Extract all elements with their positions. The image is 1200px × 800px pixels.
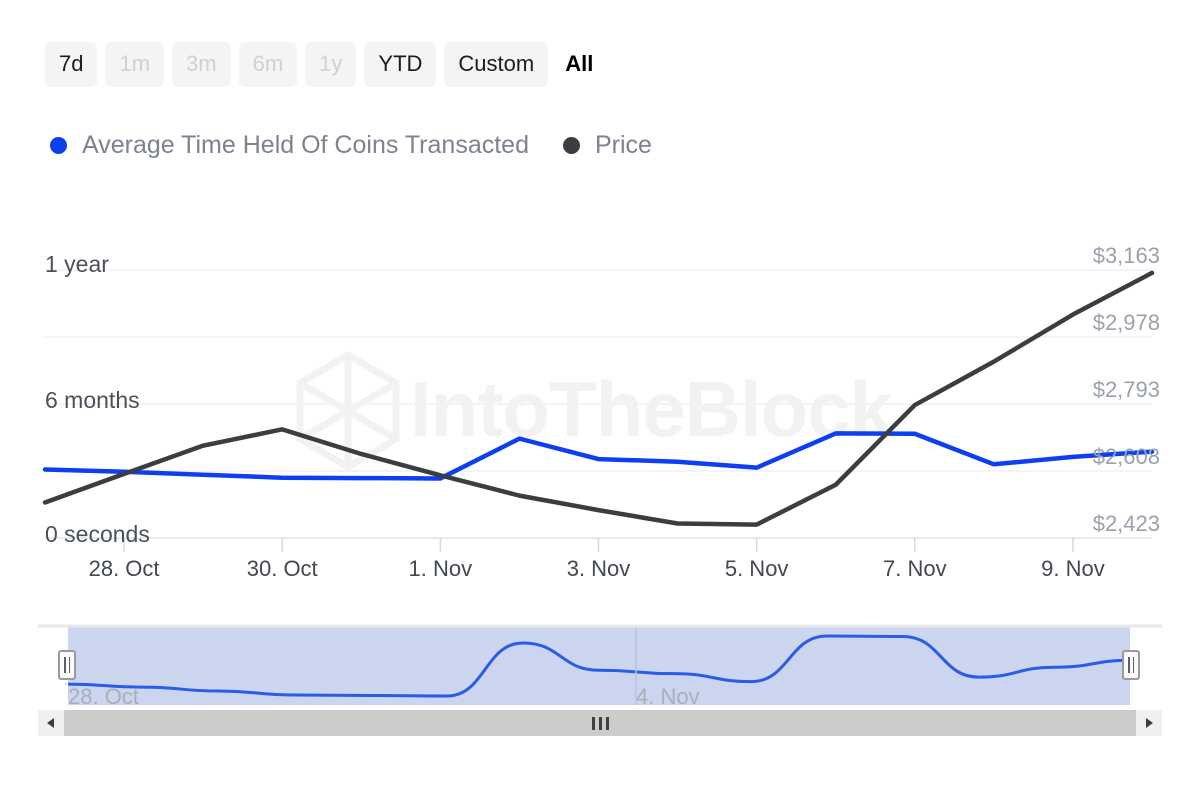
x-axis-label: 30. Oct	[247, 556, 318, 581]
left-axis-label: 6 months	[45, 387, 140, 413]
intotheblock-watermark: IntoTheBlock	[296, 350, 895, 472]
grip-line	[68, 657, 70, 673]
x-axis-label: 3. Nov	[567, 556, 631, 581]
x-axis-label: 7. Nov	[883, 556, 947, 581]
right-axis-label: $2,978	[1093, 310, 1160, 335]
chart-scrollbar[interactable]	[38, 710, 1162, 736]
navigator-handle-right[interactable]	[1122, 650, 1140, 680]
x-tick-marks	[123, 538, 1074, 552]
x-axis-label: 9. Nov	[1041, 556, 1105, 581]
chart-navigator[interactable]: 28. Oct 4. Nov	[38, 622, 1162, 709]
grip-line	[1132, 657, 1134, 673]
left-axis-label: 0 seconds	[45, 521, 150, 547]
x-axis-label: 5. Nov	[725, 556, 789, 581]
navigator-handle-left[interactable]	[58, 650, 76, 680]
right-axis-label: $2,423	[1093, 511, 1160, 536]
x-axis-label: 1. Nov	[409, 556, 473, 581]
right-axis-label: $3,163	[1093, 243, 1160, 268]
x-axis-labels: 28. Oct 30. Oct 1. Nov 3. Nov 5. Nov 7. Nov 9.…	[89, 556, 1105, 581]
left-axis-label: 1 year	[45, 251, 109, 277]
x-axis-label: 28. Oct	[89, 556, 160, 581]
scrollbar-grip-icon	[591, 716, 609, 730]
grip-line	[1128, 657, 1130, 673]
gridlines	[45, 269, 1152, 539]
scroll-right-arrow-icon[interactable]	[1136, 710, 1162, 736]
left-axis-labels: 1 year 6 months 0 seconds	[45, 251, 150, 547]
navigator-date-mid: 4. Nov	[636, 684, 700, 709]
right-axis-label: $2,793	[1093, 377, 1160, 402]
grip-line	[64, 657, 66, 673]
scrollbar-thumb[interactable]	[64, 710, 1136, 736]
right-axis-label: $2,608	[1093, 444, 1160, 469]
navigator-preview	[38, 624, 1162, 705]
scroll-left-arrow-icon[interactable]	[38, 710, 64, 736]
navigator-date-start: 28. Oct	[68, 684, 139, 709]
